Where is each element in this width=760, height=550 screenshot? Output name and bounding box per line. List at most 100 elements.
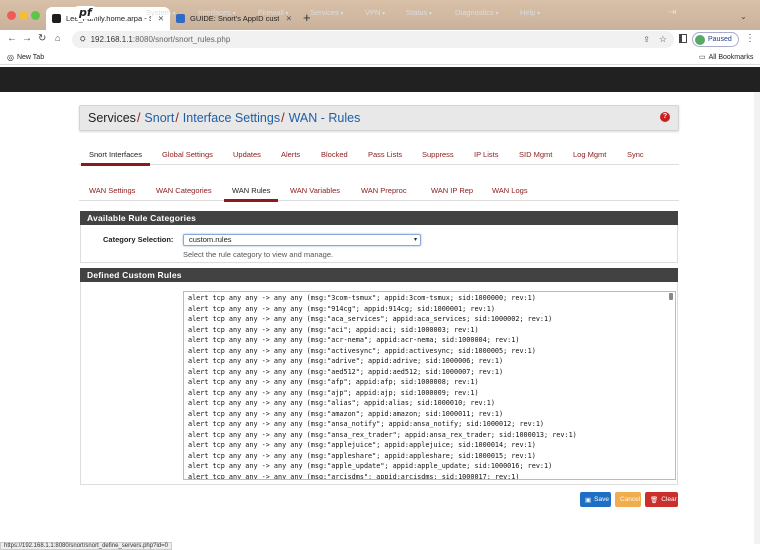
rule-line: alert tcp any any -> any any (msg:"ajp";…: [188, 388, 479, 397]
tab-wan-categories[interactable]: WAN Categories: [156, 186, 212, 195]
menu-help[interactable]: Help: [520, 8, 540, 17]
minimize-window-button[interactable]: [19, 11, 28, 20]
all-bookmarks-button[interactable]: ▭ All Bookmarks: [699, 53, 753, 62]
rule-line: alert tcp any any -> any any (msg:"aed51…: [188, 367, 504, 376]
tab-list-chevron-down-icon[interactable]: ⌄: [740, 12, 747, 21]
forward-arrow-icon[interactable]: →: [22, 33, 32, 44]
rule-line: alert tcp any any -> any any (msg:"aca_s…: [188, 315, 553, 323]
breadcrumb-interface-settings[interactable]: Interface Settings: [183, 111, 280, 125]
address-bar[interactable]: ⛭ 192.168.1.1:8080/snort/snort_rules.php…: [72, 31, 674, 48]
pfsense-logo[interactable]: pf sense+: [76, 5, 141, 19]
category-selection-label: Category Selection:: [103, 235, 174, 244]
page-scrollbar[interactable]: [754, 92, 760, 544]
save-icon: ▣: [585, 496, 592, 504]
help-icon[interactable]: ?: [660, 112, 670, 122]
rule-line: alert tcp any any -> any any (msg:"alias…: [188, 399, 495, 407]
status-bar-url: https://192.168.1.1:8080/snort/snort_def…: [0, 542, 172, 550]
bookmark-star-icon[interactable]: ☆: [659, 34, 667, 45]
tab-wan-preproc[interactable]: WAN Preproc: [361, 186, 407, 195]
breadcrumb: Services / Snort / Interface Settings / WAN…: [79, 105, 679, 131]
breadcrumb-wan-rules[interactable]: WAN - Rules: [289, 111, 361, 125]
rule-line: alert tcp any any -> any any (msg:"ansa_…: [188, 420, 545, 428]
back-arrow-icon[interactable]: ←: [7, 33, 17, 44]
chevron-down-icon: ▾: [413, 237, 417, 243]
menu-interfaces[interactable]: Interfaces: [198, 8, 236, 17]
menu-firewall[interactable]: Firewall: [258, 8, 289, 17]
url-host: 192.168.1.1: [90, 35, 133, 44]
home-icon[interactable]: ⌂: [55, 33, 60, 43]
tab-sid-mgmt[interactable]: SID Mgmt: [519, 150, 552, 159]
close-window-button[interactable]: [7, 11, 16, 20]
rule-line: alert tcp any any -> any any (msg:"apple…: [188, 451, 536, 460]
rule-line: alert tcp any any -> any any (msg:"afp";…: [188, 378, 479, 386]
pfsense-favicon-icon: [52, 14, 61, 23]
forum-favicon-icon: [176, 14, 185, 23]
save-label: Save: [594, 496, 609, 503]
side-panel-icon[interactable]: [679, 34, 687, 43]
reload-icon[interactable]: ↻: [38, 33, 46, 44]
clear-label: Clear: [661, 496, 677, 503]
custom-rules-textarea[interactable]: alert tcp any any -> any any (msg:"3com-…: [183, 291, 676, 480]
rule-line: alert tcp any any -> any any (msg:"3com-…: [188, 294, 536, 302]
logo-sense: sense+: [95, 5, 141, 19]
logout-icon[interactable]: ⇥: [668, 7, 676, 18]
menu-diagnostics[interactable]: Diagnostics: [455, 8, 498, 17]
tab-wan-rules[interactable]: WAN Rules: [223, 186, 280, 202]
menu-services[interactable]: Services: [310, 8, 343, 17]
breadcrumb-snort[interactable]: Snort: [144, 111, 174, 125]
save-button[interactable]: ▣ Save: [580, 492, 611, 507]
url-path: :8080/snort/snort_rules.php: [132, 35, 231, 44]
tab-updates[interactable]: Updates: [233, 150, 261, 159]
rule-line: alert tcp any any -> any any (msg:"adriv…: [188, 357, 504, 365]
rule-line: alert tcp any any -> any any (msg:"amazo…: [188, 409, 504, 418]
tab-alerts[interactable]: Alerts: [281, 150, 300, 159]
tab-suppress[interactable]: Suppress: [422, 150, 454, 159]
rule-line: alert tcp any any -> any any (msg:"activ…: [188, 346, 536, 355]
rule-line: alert tcp any any -> any any (msg:"apple…: [188, 441, 536, 449]
tab-log-mgmt[interactable]: Log Mgmt: [573, 150, 606, 159]
folder-icon: ▭: [699, 54, 706, 61]
rule-line: alert tcp any any -> any any (msg:"ansa_…: [188, 430, 577, 439]
site-info-icon[interactable]: ⛭: [80, 36, 86, 44]
globe-icon: ◎: [7, 53, 14, 62]
profile-status: Paused: [708, 36, 732, 43]
tab-pass-lists[interactable]: Pass Lists: [368, 150, 402, 159]
avatar: [695, 34, 705, 45]
snort-tabs: Snort Interfaces Global Settings Updates…: [79, 145, 679, 166]
tab-wan-ip-rep[interactable]: WAN IP Rep: [431, 186, 473, 195]
maximize-window-button[interactable]: [31, 11, 40, 20]
tab-sync[interactable]: Sync: [627, 150, 644, 159]
category-hint: Select the rule category to view and man…: [183, 250, 334, 259]
interface-tabs: WAN Settings WAN Categories WAN Rules WA…: [79, 181, 679, 202]
bookmark-label: New Tab: [16, 54, 45, 61]
textarea-scrollbar[interactable]: [669, 293, 673, 300]
breadcrumb-services: Services: [88, 111, 136, 125]
menu-system[interactable]: System: [146, 8, 176, 17]
tab-ip-lists[interactable]: IP Lists: [474, 150, 498, 159]
bookmarks-bar: ◎ New Tab ▭ All Bookmarks: [0, 50, 760, 65]
rule-line: alert tcp any any -> any any (msg:"arcis…: [188, 472, 520, 480]
rule-line: alert tcp any any -> any any (msg:"acr-n…: [188, 336, 520, 344]
cancel-label: Cancel: [620, 496, 641, 503]
tab-blocked[interactable]: Blocked: [321, 150, 348, 159]
top-navbar: [0, 67, 760, 92]
clear-button[interactable]: 🗑 Clear: [645, 492, 678, 507]
tab-wan-settings[interactable]: WAN Settings: [89, 186, 135, 195]
cancel-button[interactable]: Cancel: [615, 492, 641, 507]
tab-global-settings[interactable]: Global Settings: [162, 150, 213, 159]
menu-status[interactable]: Status: [406, 8, 432, 17]
trash-icon: 🗑: [650, 496, 659, 504]
profile-button[interactable]: Paused: [692, 32, 739, 47]
tab-wan-logs[interactable]: WAN Logs: [492, 186, 528, 195]
browser-menu-icon[interactable]: ⋮: [745, 33, 755, 44]
logo-pf: pf: [76, 5, 95, 19]
rule-line: alert tcp any any -> any any (msg:"apple…: [188, 462, 553, 470]
menu-vpn[interactable]: VPN: [365, 8, 385, 17]
panel-title-custom-rules: Defined Custom Rules: [80, 268, 678, 282]
rule-line: alert tcp any any -> any any (msg:"aci";…: [188, 325, 479, 334]
tab-wan-variables[interactable]: WAN Variables: [290, 186, 340, 195]
tab-snort-interfaces[interactable]: Snort Interfaces: [81, 150, 150, 166]
share-icon[interactable]: ⇪: [643, 35, 650, 44]
category-select[interactable]: custom.rules ▾: [183, 234, 421, 246]
bookmark-new-tab[interactable]: ◎ New Tab: [7, 53, 44, 62]
